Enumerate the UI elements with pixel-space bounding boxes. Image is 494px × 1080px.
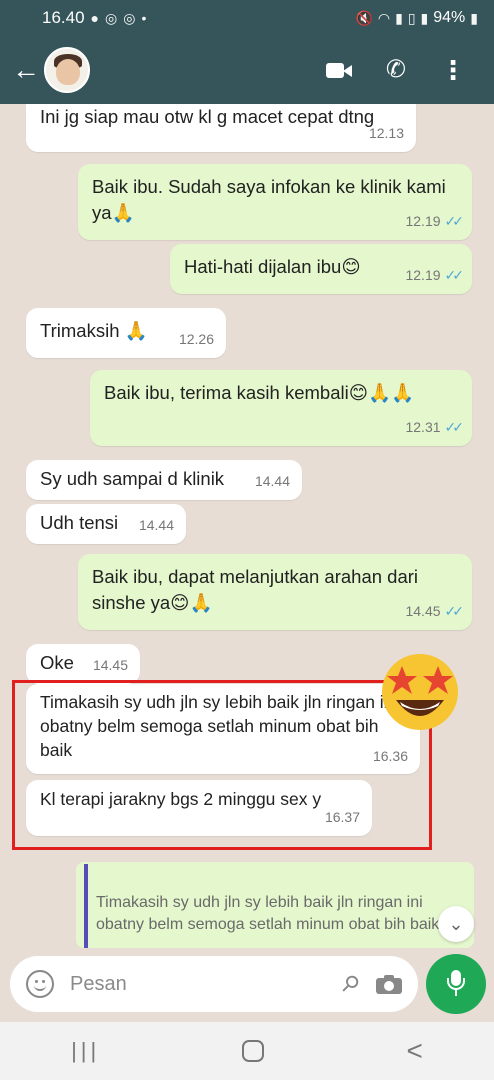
message-time: 12.19 bbox=[405, 267, 441, 283]
signal-icon: ▮ bbox=[420, 9, 429, 26]
message-time: 12.13 bbox=[368, 125, 404, 141]
chat-notification-icon: ● bbox=[90, 10, 100, 26]
emoji-icon[interactable] bbox=[26, 970, 54, 998]
message-bubble[interactable]: Baik ibu, dapat melanjutkan arahan dari … bbox=[78, 554, 472, 630]
message-time: 14.45 bbox=[405, 603, 441, 619]
message-text: Ini jg siap mau otw kl g macet cepat dtn… bbox=[40, 106, 375, 127]
chevron-down-icon: ⌄ bbox=[448, 914, 464, 934]
read-receipt-icon: ✓✓ bbox=[444, 213, 465, 229]
signal-icon: ▮ bbox=[395, 9, 403, 26]
recents-button[interactable]: ||| bbox=[71, 1038, 100, 1064]
battery-level: 94% bbox=[433, 9, 466, 26]
message-time: 12.19 bbox=[405, 213, 441, 229]
system-nav-bar: ||| < bbox=[0, 1022, 494, 1080]
message-text: Sy udh sampai d klinik bbox=[40, 468, 225, 489]
whatsapp-icon: ◎ bbox=[105, 9, 118, 26]
message-bubble[interactable]: Hati-hati dijalan ibu😊 12.19 ✓✓ bbox=[170, 244, 472, 294]
top-bar: 16.40 ● ◎ ◎ • 🔇 ◠ ▮ ▯ ▮ 94% ▮ ← ✆ ⋮ bbox=[0, 0, 494, 104]
message-composer: ⚲ bbox=[10, 956, 418, 1012]
wifi-icon: ◠ bbox=[377, 9, 391, 26]
message-time: 14.44 bbox=[254, 473, 290, 489]
message-bubble[interactable]: Baik ibu, terima kasih kembali😊🙏🙏 12.31 ✓… bbox=[90, 370, 472, 446]
highlight-annotation bbox=[12, 680, 432, 850]
read-receipt-icon: ✓✓ bbox=[444, 603, 465, 619]
mic-icon bbox=[446, 970, 466, 998]
message-text: Baik ibu. Sudah saya infokan ke klinik k… bbox=[92, 176, 446, 223]
back-arrow-icon[interactable]: ← bbox=[12, 56, 40, 84]
read-receipt-icon: ✓✓ bbox=[444, 419, 465, 435]
camera-icon[interactable] bbox=[376, 974, 402, 994]
message-time: 12.26 bbox=[178, 331, 214, 347]
back-button[interactable]: < bbox=[407, 1035, 423, 1067]
message-bubble[interactable]: Udh tensi 14.44 bbox=[26, 504, 186, 544]
message-bubble[interactable]: Oke 14.45 bbox=[26, 644, 140, 684]
quote-bar bbox=[84, 864, 88, 948]
message-text: Baik ibu, dapat melanjutkan arahan dari … bbox=[92, 566, 419, 613]
dot-icon: • bbox=[141, 10, 147, 26]
message-time: 14.44 bbox=[138, 517, 174, 533]
message-input[interactable] bbox=[70, 972, 342, 996]
message-text: Oke bbox=[40, 652, 74, 673]
message-bubble[interactable]: Baik ibu. Sudah saya infokan ke klinik k… bbox=[78, 164, 472, 240]
chat-header: ← ✆ ⋮ bbox=[0, 40, 494, 100]
mic-button[interactable] bbox=[426, 954, 486, 1014]
message-time: 14.45 bbox=[92, 657, 128, 673]
phone-icon[interactable]: ✆ bbox=[386, 58, 406, 82]
status-time: 16.40 bbox=[42, 8, 85, 27]
message-bubble[interactable]: Trimaksih 🙏 12.26 bbox=[26, 308, 226, 358]
volte-icon: ▯ bbox=[407, 9, 416, 26]
video-call-icon[interactable] bbox=[325, 61, 352, 79]
more-vert-icon[interactable]: ⋮ bbox=[440, 57, 466, 83]
reply-quote-text: Timakasih sy udh jln sy lebih baik jln r… bbox=[96, 894, 440, 933]
read-receipt-icon: ✓✓ bbox=[444, 267, 465, 283]
message-bubble[interactable]: Ini jg siap mau otw kl g macet cepat dtn… bbox=[26, 104, 416, 152]
message-time: 12.31 bbox=[405, 419, 441, 435]
home-button[interactable] bbox=[242, 1040, 265, 1062]
mute-icon: 🔇 bbox=[355, 9, 373, 26]
battery-icon: ▮ bbox=[470, 9, 478, 26]
message-text: Trimaksih 🙏 bbox=[40, 320, 148, 341]
message-bubble[interactable]: Sy udh sampai d klinik 14.44 bbox=[26, 460, 302, 500]
message-text: Udh tensi bbox=[40, 512, 119, 533]
message-text: Baik ibu, terima kasih kembali😊🙏🙏 bbox=[104, 382, 415, 403]
star-struck-emoji-icon bbox=[382, 654, 458, 730]
message-text: Hati-hati dijalan ibu😊 bbox=[184, 256, 361, 277]
scroll-down-button[interactable]: ⌄ bbox=[438, 906, 474, 942]
contact-avatar[interactable] bbox=[44, 47, 90, 93]
reply-quote-preview[interactable]: Timakasih sy udh jln sy lebih baik jln r… bbox=[76, 862, 474, 948]
whatsapp-icon: ◎ bbox=[123, 9, 136, 26]
status-bar: 16.40 ● ◎ ◎ • 🔇 ◠ ▮ ▯ ▮ 94% ▮ bbox=[0, 0, 494, 36]
